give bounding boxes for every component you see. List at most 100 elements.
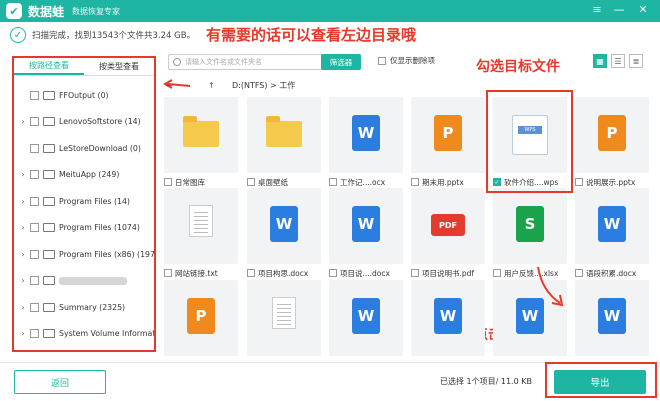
file-checkbox[interactable]	[493, 269, 501, 277]
file-name: 项目说明书.pdf	[422, 268, 475, 278]
tab-by-path[interactable]: 按路径查看	[14, 58, 84, 75]
file-tile[interactable]	[164, 97, 238, 173]
folder-icon	[43, 143, 55, 153]
file-checkbox[interactable]	[329, 269, 337, 277]
view-mode-tabs: 按路径查看 按类型查看	[14, 58, 154, 76]
file-name: 日常图库	[175, 177, 205, 187]
tree-item-checkbox[interactable]	[30, 276, 39, 285]
tree-item[interactable]: › Summary (2325)	[14, 299, 154, 315]
file-name: 桌面壁纸	[258, 177, 288, 187]
file-label-row: 项目构思.docx	[247, 267, 325, 279]
tree-item-label: LenovoSoftstore (14)	[59, 117, 141, 126]
file-tile[interactable]: W	[329, 97, 403, 173]
file-tile[interactable]: P	[575, 97, 649, 173]
tree-item-checkbox[interactable]	[30, 170, 39, 179]
tree-item-label: MeituApp (249)	[59, 170, 120, 179]
file-name: 项目构思.docx	[258, 268, 309, 278]
app-subtitle: 数据恢复专家	[72, 6, 121, 16]
selection-summary: 已选择 1个项目/ 11.0 KB	[440, 377, 532, 386]
file-checkbox[interactable]	[411, 178, 419, 186]
file-tile[interactable]	[247, 97, 321, 173]
only-deleted-toggle[interactable]: 仅显示删除项	[378, 55, 435, 66]
back-arrow-icon[interactable]: ←	[166, 81, 180, 90]
arrow-down-annotation-icon	[537, 266, 564, 307]
text-file-icon	[272, 297, 296, 329]
file-checkbox[interactable]	[247, 178, 255, 186]
file-label-row: 期末用.pptx	[411, 176, 489, 188]
chevron-right-icon[interactable]: ›	[18, 329, 28, 338]
folder-icon	[43, 117, 55, 126]
tree-item[interactable]: › System Volume Informati	[14, 326, 154, 342]
tree-item[interactable]: › Program Files (x86) (1976	[14, 246, 154, 262]
word-file-icon: W	[352, 115, 380, 151]
file-tile[interactable]: W	[329, 188, 403, 264]
only-deleted-label: 仅显示删除项	[390, 56, 435, 65]
file-tile[interactable]: W	[329, 280, 403, 356]
chevron-right-icon[interactable]: ›	[18, 170, 28, 179]
chevron-right-icon[interactable]: ›	[18, 197, 28, 206]
file-name: 网站链接.txt	[175, 268, 218, 278]
file-name: 期末用.pptx	[422, 177, 464, 187]
tree-item[interactable]: › MeituApp (249)	[14, 167, 154, 183]
file-tile[interactable]: P	[411, 97, 485, 173]
up-arrow-icon[interactable]: ↑	[208, 81, 222, 90]
check-circle-icon: ✓	[10, 27, 26, 43]
folder-icon	[43, 223, 55, 232]
file-tile[interactable]: PDF	[411, 188, 485, 264]
file-checkbox[interactable]	[329, 178, 337, 186]
file-checkbox[interactable]	[164, 178, 172, 186]
file-checkbox[interactable]	[575, 269, 583, 277]
minimize-icon[interactable]: —	[612, 3, 626, 16]
tree-item-checkbox[interactable]	[30, 196, 39, 206]
list-view-icon[interactable]: ☰	[611, 54, 625, 68]
file-checkbox[interactable]	[247, 269, 255, 277]
word-file-icon: W	[434, 298, 462, 334]
close-icon[interactable]: ✕	[636, 3, 650, 16]
only-deleted-checkbox[interactable]	[378, 56, 386, 65]
detail-view-icon[interactable]: ≣	[629, 54, 643, 68]
menu-icon[interactable]: ≡	[590, 3, 604, 16]
file-label-row: 日常图库	[164, 176, 242, 188]
filter-button[interactable]: 筛选器	[321, 54, 361, 70]
chevron-right-icon[interactable]: ›	[18, 303, 28, 312]
chevron-right-icon[interactable]: ›	[18, 223, 28, 232]
tree-item-checkbox[interactable]	[30, 249, 39, 259]
tree-item-checkbox[interactable]	[30, 302, 39, 312]
back-button[interactable]: 返回	[14, 370, 106, 394]
word-file-icon: W	[598, 298, 626, 334]
chevron-right-icon[interactable]: ›	[18, 117, 28, 126]
file-checkbox[interactable]	[164, 269, 172, 277]
folder-icon	[43, 196, 55, 206]
file-tile[interactable]: W	[247, 188, 321, 264]
tree-item-checkbox[interactable]	[30, 329, 39, 338]
tree-item[interactable]: LeStoreDownload (0)	[14, 140, 154, 156]
folder-icon	[43, 302, 55, 312]
file-tile[interactable]: S	[493, 188, 567, 264]
title-bar: ✔ 数据蛙 数据恢复专家 ≡ — ✕	[0, 0, 660, 22]
file-tile[interactable]: W	[575, 280, 649, 356]
file-name: 语段积累.docx	[586, 268, 637, 278]
tree-item[interactable]: › Program Files (1074)	[14, 220, 154, 236]
tree-item-checkbox[interactable]	[30, 117, 39, 126]
file-tile[interactable]: P	[164, 280, 238, 356]
tree-item-checkbox[interactable]	[30, 90, 39, 100]
tab-by-type[interactable]: 按类型查看	[84, 58, 154, 75]
tree-item-label: Program Files (14)	[59, 196, 130, 206]
tree-item[interactable]: ›	[14, 273, 154, 289]
toolbar: 请输入文件名或文件夹名 筛选器 仅显示删除项 ▦ ☰ ≣	[162, 54, 656, 76]
file-tile[interactable]: W	[411, 280, 485, 356]
file-tile[interactable]	[247, 280, 321, 356]
chevron-right-icon[interactable]: ›	[18, 250, 28, 259]
tree-item-checkbox[interactable]	[30, 143, 39, 153]
tree-item[interactable]: › Program Files (14)	[14, 193, 154, 209]
tree-item[interactable]: › LenovoSoftstore (14)	[14, 114, 154, 130]
file-tile[interactable]	[164, 188, 238, 264]
file-tile[interactable]: W	[575, 188, 649, 264]
grid-view-icon[interactable]: ▦	[593, 54, 607, 68]
file-checkbox[interactable]	[575, 178, 583, 186]
chevron-right-icon[interactable]: ›	[18, 276, 28, 285]
tree-item[interactable]: FFOutput (0)	[14, 87, 154, 103]
tree-item-checkbox[interactable]	[30, 223, 39, 232]
pdf-file-icon: PDF	[431, 214, 465, 236]
file-checkbox[interactable]	[411, 269, 419, 277]
